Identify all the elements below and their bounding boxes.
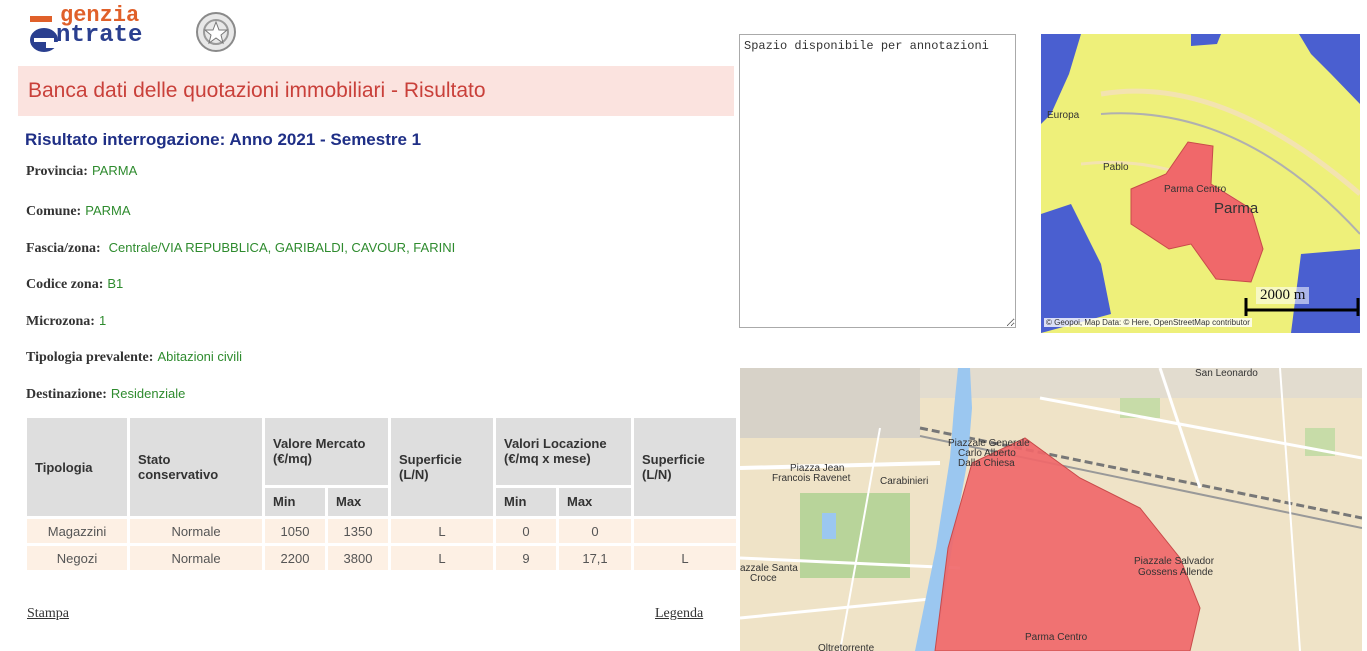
cell-min: 2200: [265, 546, 325, 570]
cell-tipologia: Negozi: [27, 546, 127, 570]
header-mercato-min: Min: [265, 487, 325, 516]
field-microzona: Microzona: 1: [26, 313, 106, 330]
header-superficie: Superficie (L/N): [391, 418, 493, 516]
map-attribution: © Geopoi, Map Data: © Here, OpenStreetMa…: [1044, 318, 1252, 327]
field-value: Centrale/VIA REPUBBLICA, GARIBALDI, CAVO…: [108, 240, 456, 255]
map-label-carabinieri: Carabinieri: [880, 476, 929, 487]
page-title: Banca dati delle quotazioni immobiliari …: [28, 79, 486, 102]
cell-stato: Normale: [130, 519, 262, 543]
header-locazione-max: Max: [559, 487, 631, 516]
field-tipologia-prevalente: Tipologia prevalente: Abitazioni civili: [26, 349, 242, 366]
street-map[interactable]: Piazzale Generale Carlo Alberto Dalla Ch…: [740, 368, 1362, 651]
cell-superficie-2: L: [634, 546, 736, 570]
field-value: Abitazioni civili: [157, 349, 242, 364]
map-label-pablo: Pablo: [1103, 162, 1129, 173]
map-label-dalla-chiesa: Dalla Chiesa: [958, 458, 1015, 469]
map-label-parma-centro: Parma Centro: [1164, 184, 1227, 195]
map-label-san-leonardo: San Leonardo: [1195, 368, 1258, 379]
field-value: PARMA: [91, 163, 138, 178]
cell-tipologia: Magazzini: [27, 519, 127, 543]
map-label-santa-croce-2: Croce: [750, 573, 777, 584]
legenda-link[interactable]: Legenda: [655, 606, 703, 622]
map-label-parma: Parma: [1214, 200, 1259, 217]
cell-superficie: L: [391, 519, 493, 543]
header-locazione-min: Min: [496, 487, 556, 516]
cell-superficie: L: [391, 546, 493, 570]
field-value: PARMA: [85, 203, 131, 218]
logo-line2: ntrate: [56, 22, 143, 49]
field-value: Residenziale: [110, 386, 186, 401]
cell-loc-max: 0: [559, 519, 631, 543]
cell-loc-max: 17,1: [559, 546, 631, 570]
field-codice-zona: Codice zona: B1: [26, 276, 123, 293]
field-label: Destinazione:: [26, 387, 107, 402]
agenzia-entrate-logo: genzia ntrate: [28, 5, 258, 62]
table-row: Magazzini Normale 1050 1350 L 0 0: [27, 519, 736, 543]
cell-superficie-2: [634, 519, 736, 543]
stampa-link[interactable]: Stampa: [27, 606, 69, 622]
map-label-parma-centro: Parma Centro: [1025, 632, 1088, 643]
field-value: 1: [98, 313, 107, 328]
result-title: Risultato interrogazione: Anno 2021 - Se…: [25, 130, 422, 149]
map-label-europa: Europa: [1047, 110, 1080, 121]
zone-overview-map[interactable]: Pablo Parma Centro Parma Europa: [1041, 34, 1360, 333]
map-label-oltretorrente: Oltretorrente: [818, 643, 875, 651]
map-label-piazzale-salvador: Piazzale Salvador: [1134, 556, 1215, 567]
page-title-bar: Banca dati delle quotazioni immobiliari …: [18, 66, 734, 116]
map-label-francois: Francois Ravenet: [772, 473, 851, 484]
field-value: B1: [107, 276, 124, 291]
cell-max: 3800: [328, 546, 388, 570]
cell-max: 1350: [328, 519, 388, 543]
table-row: Negozi Normale 2200 3800 L 9 17,1 L: [27, 546, 736, 570]
field-label: Comune:: [26, 204, 82, 219]
header-superficie-2: Superficie (L/N): [634, 418, 736, 516]
header-mercato-max: Max: [328, 487, 388, 516]
cell-loc-min: 0: [496, 519, 556, 543]
cell-min: 1050: [265, 519, 325, 543]
field-fascia-zona: Fascia/zona: Centrale/VIA REPUBBLICA, GAR…: [26, 240, 455, 257]
field-label: Codice zona:: [26, 277, 104, 292]
field-comune: Comune: PARMA: [26, 203, 131, 220]
field-label: Fascia/zona:: [26, 241, 101, 256]
republic-emblem-icon: [196, 12, 236, 52]
field-label: Provincia:: [26, 164, 88, 179]
field-provincia: Provincia: PARMA: [26, 163, 137, 180]
header-valore-mercato: Valore Mercato (€/mq): [265, 418, 388, 485]
map-scale-bar: [1244, 298, 1360, 316]
quotazioni-table: Tipologia Stato conservativo Valore Merc…: [24, 415, 739, 573]
field-destinazione: Destinazione: Residenziale: [26, 386, 185, 403]
field-label: Tipologia prevalente:: [26, 350, 154, 365]
field-label: Microzona:: [26, 314, 95, 329]
cell-loc-min: 9: [496, 546, 556, 570]
map-label-gossens: Gossens Allende: [1138, 567, 1214, 578]
logo-text: genzia ntrate: [56, 5, 143, 49]
notes-textarea[interactable]: Spazio disponibile per annotazioni: [739, 34, 1016, 328]
cell-stato: Normale: [130, 546, 262, 570]
header-stato-conservativo: Stato conservativo: [130, 418, 262, 516]
header-tipologia: Tipologia: [27, 418, 127, 516]
street-map-graphic: [740, 368, 1362, 651]
header-valori-locazione: Valori Locazione (€/mq x mese): [496, 418, 631, 485]
